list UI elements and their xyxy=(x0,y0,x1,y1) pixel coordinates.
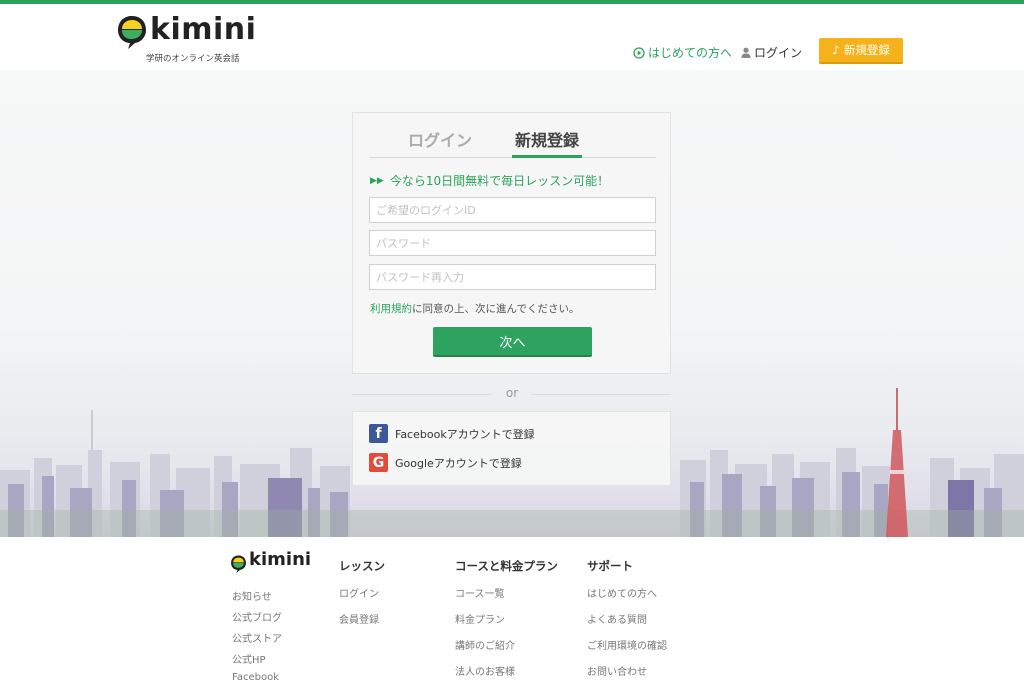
play-circle-icon xyxy=(633,46,645,59)
footer-link-register[interactable]: 会員登録 xyxy=(339,611,385,626)
password-confirm-input[interactable] xyxy=(369,264,656,290)
footer-heading-courses: コースと料金プラン xyxy=(455,559,558,573)
logo-tagline: 学研のオンライン英会話 xyxy=(146,54,240,64)
nav-signup-button[interactable]: ♪ 新規登録 xyxy=(819,38,903,64)
footer-logo-text: kimini xyxy=(249,549,312,570)
footer-logo[interactable]: kimini xyxy=(230,549,312,576)
footer-link-facebook[interactable]: Facebook xyxy=(232,672,282,683)
or-label: or xyxy=(505,386,519,400)
active-tab-indicator xyxy=(512,155,582,158)
footer-heading-lesson: レッスン xyxy=(339,559,385,573)
double-arrow-icon: ▶▶ xyxy=(370,175,384,186)
facebook-signup-label: Facebookアカウントで登録 xyxy=(395,427,535,441)
google-signup-label: Googleアカウントで登録 xyxy=(395,456,522,470)
or-divider-left xyxy=(352,394,492,395)
footer-link-pricing[interactable]: 料金プラン xyxy=(455,611,558,626)
nav-first-time-link[interactable]: はじめての方へ xyxy=(633,44,732,61)
site-logo[interactable]: kimini 学研のオンライン英会話 xyxy=(116,12,256,68)
footer-link-hp[interactable]: 公式HP xyxy=(232,651,282,666)
footer-link-beginners[interactable]: はじめての方へ xyxy=(587,585,667,600)
footer-col-lesson: レッスン ログイン 会員登録 xyxy=(339,558,385,626)
google-icon: G xyxy=(369,453,388,472)
login-id-input[interactable] xyxy=(369,197,656,223)
terms-text: に同意の上、次に進んでください。 xyxy=(412,303,580,315)
footer-heading-support: サポート xyxy=(587,559,633,573)
footer-link-faq[interactable]: よくある質問 xyxy=(587,611,667,626)
footer-col-support: サポート はじめての方へ よくある質問 ご利用環境の確認 お問い合わせ xyxy=(587,558,667,678)
footer-link-course-list[interactable]: コース一覧 xyxy=(455,585,558,600)
tab-signup[interactable]: 新規登録 xyxy=(515,127,579,151)
promo-message: ▶▶ 今なら10日間無料で毎日レッスン可能！ xyxy=(370,172,609,189)
tab-login[interactable]: ログイン xyxy=(408,127,472,151)
footer-link-blog[interactable]: 公式ブログ xyxy=(232,609,282,624)
terms-link[interactable]: 利用規約 xyxy=(370,303,412,315)
footer-link-environment[interactable]: ご利用環境の確認 xyxy=(587,637,667,652)
user-icon xyxy=(741,47,751,58)
kimini-logo-icon xyxy=(231,555,246,574)
footer-link-teachers[interactable]: 講師のご紹介 xyxy=(455,637,558,652)
nav-login-link[interactable]: ログイン xyxy=(741,44,802,61)
facebook-signup-button[interactable]: f Facebookアカウントで登録 xyxy=(369,424,535,443)
site-header: kimini 学研のオンライン英会話 はじめての方へ ログイン ♪ 新規登録 xyxy=(0,4,1024,70)
nav-signup-label: 新規登録 xyxy=(843,43,890,57)
nav-login-label: ログイン xyxy=(754,46,803,60)
terms-notice: 利用規約に同意の上、次に進んでください。 xyxy=(370,301,579,316)
music-note-icon: ♪ xyxy=(832,43,840,57)
footer-col-info: お知らせ 公式ブログ 公式ストア 公式HP Facebook xyxy=(232,588,282,683)
footer-link-news[interactable]: お知らせ xyxy=(232,588,282,603)
or-divider-right xyxy=(531,394,671,395)
nav-first-time-label: はじめての方へ xyxy=(648,46,733,60)
signup-card: ログイン 新規登録 ▶▶ 今なら10日間無料で毎日レッスン可能！ 利用規約に同意… xyxy=(352,112,671,374)
password-input[interactable] xyxy=(369,230,656,256)
site-footer: kimini お知らせ 公式ブログ 公式ストア 公式HP Facebook レッ… xyxy=(0,537,1024,683)
footer-col-courses: コースと料金プラン コース一覧 料金プラン 講師のご紹介 法人のお客様 xyxy=(455,558,558,678)
kimini-logo-icon xyxy=(118,16,146,49)
promo-text: 今なら10日間無料で毎日レッスン可能！ xyxy=(389,174,610,188)
facebook-icon: f xyxy=(369,424,388,443)
footer-link-login[interactable]: ログイン xyxy=(339,585,385,600)
logo-text: kimini xyxy=(150,12,257,47)
next-button[interactable]: 次へ xyxy=(433,327,592,357)
footer-link-store[interactable]: 公式ストア xyxy=(232,630,282,645)
google-signup-button[interactable]: G Googleアカウントで登録 xyxy=(369,453,522,472)
social-signup-card: f Facebookアカウントで登録 G Googleアカウントで登録 xyxy=(352,411,671,486)
